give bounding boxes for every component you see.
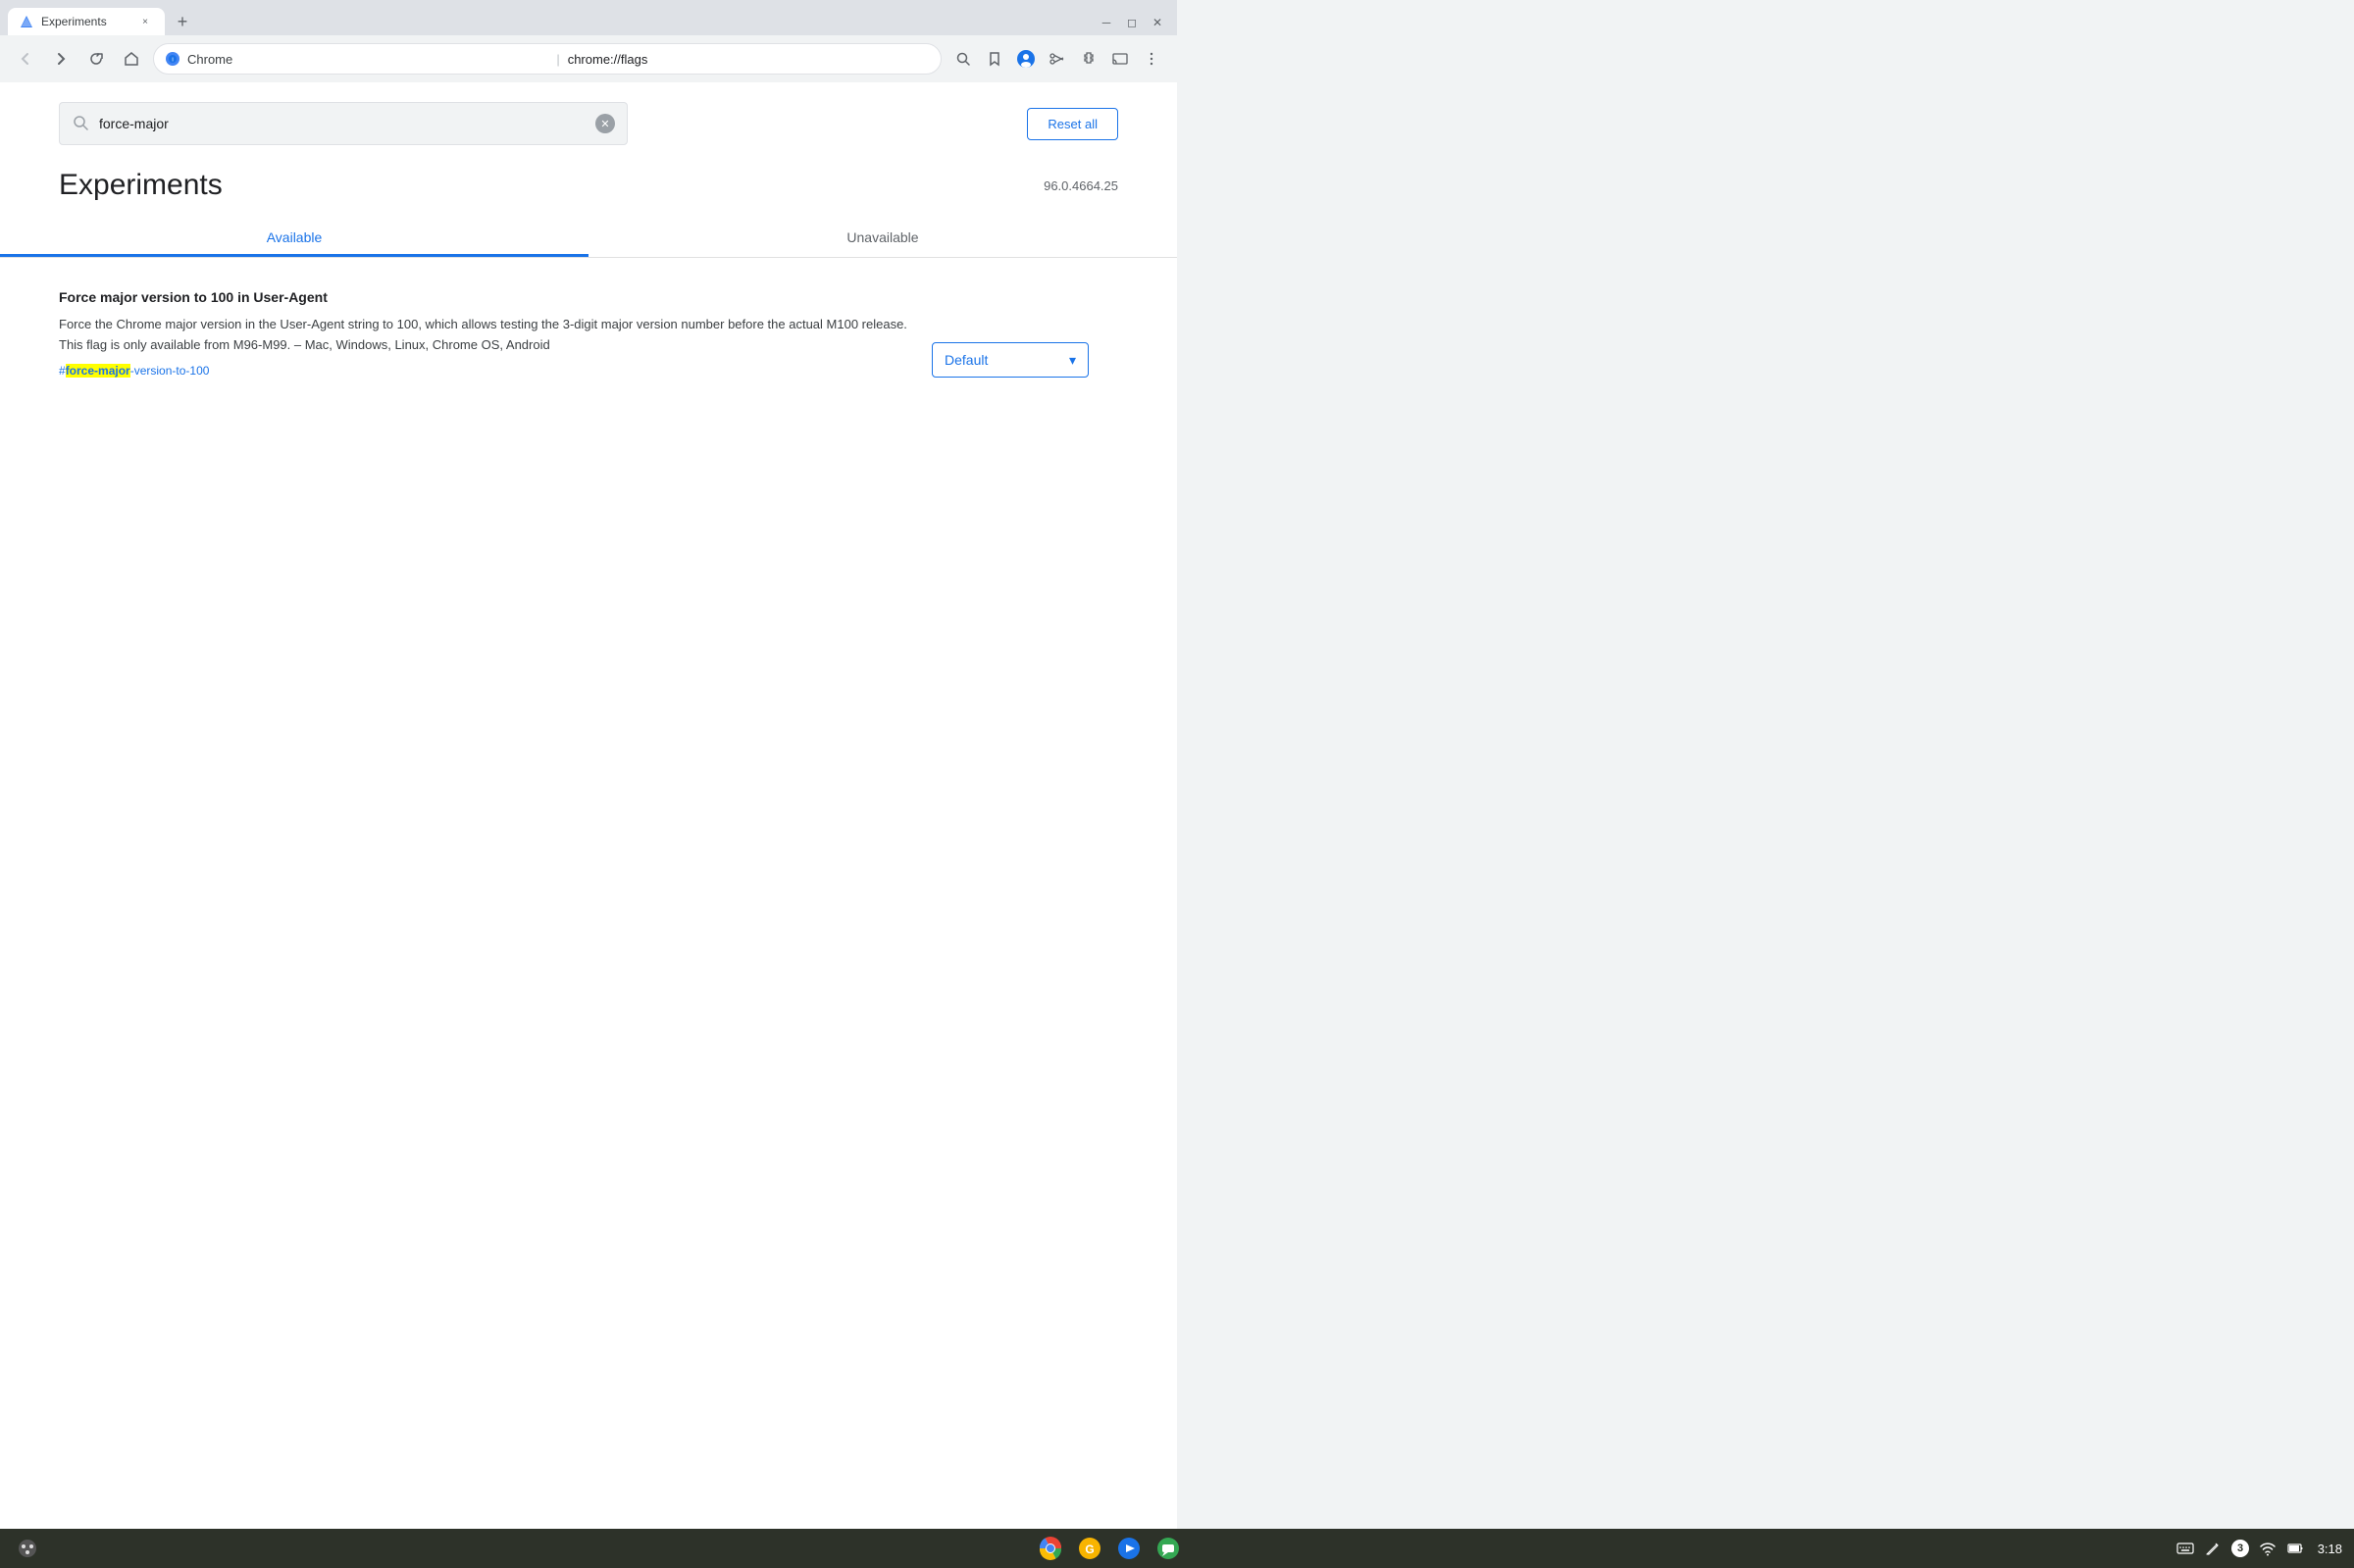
flag-dropdown-arrow: ▾ xyxy=(1069,352,1076,369)
restore-button[interactable]: ◻ xyxy=(1120,11,1144,34)
search-area: ✕ Reset all xyxy=(0,82,1177,145)
experiments-heading: Experiments 96.0.4664.25 xyxy=(0,145,1177,202)
tab-unavailable[interactable]: Unavailable xyxy=(588,218,1177,257)
extensions-icon[interactable] xyxy=(1075,45,1102,73)
flag-description: Force the Chrome major version in the Us… xyxy=(59,315,912,380)
launcher-button[interactable] xyxy=(12,1533,43,1564)
reset-all-button[interactable]: Reset all xyxy=(1027,108,1118,140)
site-name: Chrome xyxy=(187,52,548,67)
taskbar-center: G xyxy=(1035,1533,1184,1564)
search-box[interactable]: ✕ xyxy=(59,102,628,145)
taskbar-left xyxy=(12,1533,43,1564)
taskbar: G xyxy=(0,1529,2354,1568)
flag-link-highlight: force-major xyxy=(66,364,130,378)
address-separator: | xyxy=(556,52,559,67)
address-url: chrome://flags xyxy=(568,52,929,67)
minimize-button[interactable]: ─ xyxy=(1095,11,1118,34)
flag-details: Force the Chrome major version in the Us… xyxy=(59,315,912,380)
new-tab-button[interactable]: + xyxy=(169,8,196,35)
bookmark-icon[interactable] xyxy=(981,45,1008,73)
close-button[interactable]: ✕ xyxy=(1146,11,1169,34)
flag-link[interactable]: #force-major-version-to-100 xyxy=(59,362,209,380)
flag-title: Force major version to 100 in User-Agent xyxy=(59,289,1089,305)
search-clear-button[interactable]: ✕ xyxy=(595,114,615,133)
search-icon xyxy=(72,114,89,134)
scissors-icon[interactable] xyxy=(1044,45,1071,73)
tab-strip: Experiments × + xyxy=(8,0,196,35)
stylus-tray-icon[interactable] xyxy=(2203,1539,2223,1558)
svg-text:G: G xyxy=(1085,1543,1094,1556)
tabs-container: Available Unavailable xyxy=(0,202,1177,258)
flag-link-suffix: -version-to-100 xyxy=(130,364,210,378)
taskbar-meet-icon[interactable]: G xyxy=(1074,1533,1105,1564)
tab-favicon xyxy=(20,15,33,28)
svg-text:i: i xyxy=(172,58,173,64)
titlebar: Experiments × + ─ ◻ ✕ xyxy=(0,0,1177,35)
menu-button[interactable] xyxy=(1138,45,1165,73)
window-controls: ─ ◻ ✕ xyxy=(1095,11,1169,34)
taskbar-chrome-icon[interactable] xyxy=(1035,1533,1066,1564)
system-time: 3:18 xyxy=(2313,1542,2342,1556)
forward-button[interactable] xyxy=(47,45,75,73)
version-text: 96.0.4664.25 xyxy=(1044,178,1118,193)
flag-link-hash: # xyxy=(59,364,66,378)
keyboard-tray-icon[interactable] xyxy=(2175,1539,2195,1558)
battery-icon[interactable] xyxy=(2285,1539,2305,1558)
flag-description-text: Force the Chrome major version in the Us… xyxy=(59,317,907,352)
tab-available[interactable]: Available xyxy=(0,218,588,257)
page-title: Experiments xyxy=(59,169,223,202)
tab-title: Experiments xyxy=(41,15,129,28)
taskbar-chat-icon[interactable] xyxy=(1152,1533,1184,1564)
toolbar-icons xyxy=(949,45,1165,73)
taskbar-right: 3 3:18 xyxy=(2175,1539,2342,1558)
flag-dropdown[interactable]: Default ▾ xyxy=(932,342,1089,378)
site-security-icon: i xyxy=(166,52,179,66)
address-bar[interactable]: i Chrome | chrome://flags xyxy=(153,43,942,75)
content-area: Force major version to 100 in User-Agent… xyxy=(0,258,1177,412)
profile-icon[interactable] xyxy=(1012,45,1040,73)
search-toolbar-icon[interactable] xyxy=(949,45,977,73)
flag-row: Force the Chrome major version in the Us… xyxy=(59,315,1089,380)
page-content: ✕ Reset all Experiments 96.0.4664.25 Ava… xyxy=(0,82,1177,1529)
active-tab[interactable]: Experiments × xyxy=(8,8,165,35)
omnibar: i Chrome | chrome://flags xyxy=(0,35,1177,82)
taskbar-video-icon[interactable] xyxy=(1113,1533,1145,1564)
tab-close-button[interactable]: × xyxy=(137,14,153,29)
notification-count[interactable]: 3 xyxy=(2230,1539,2250,1558)
wifi-icon[interactable] xyxy=(2258,1539,2277,1558)
flag-dropdown-label: Default xyxy=(945,352,988,368)
cast-icon[interactable] xyxy=(1106,45,1134,73)
back-button[interactable] xyxy=(12,45,39,73)
flag-item: Force major version to 100 in User-Agent… xyxy=(59,289,1089,380)
home-button[interactable] xyxy=(118,45,145,73)
reload-button[interactable] xyxy=(82,45,110,73)
flags-search-input[interactable] xyxy=(99,116,586,131)
